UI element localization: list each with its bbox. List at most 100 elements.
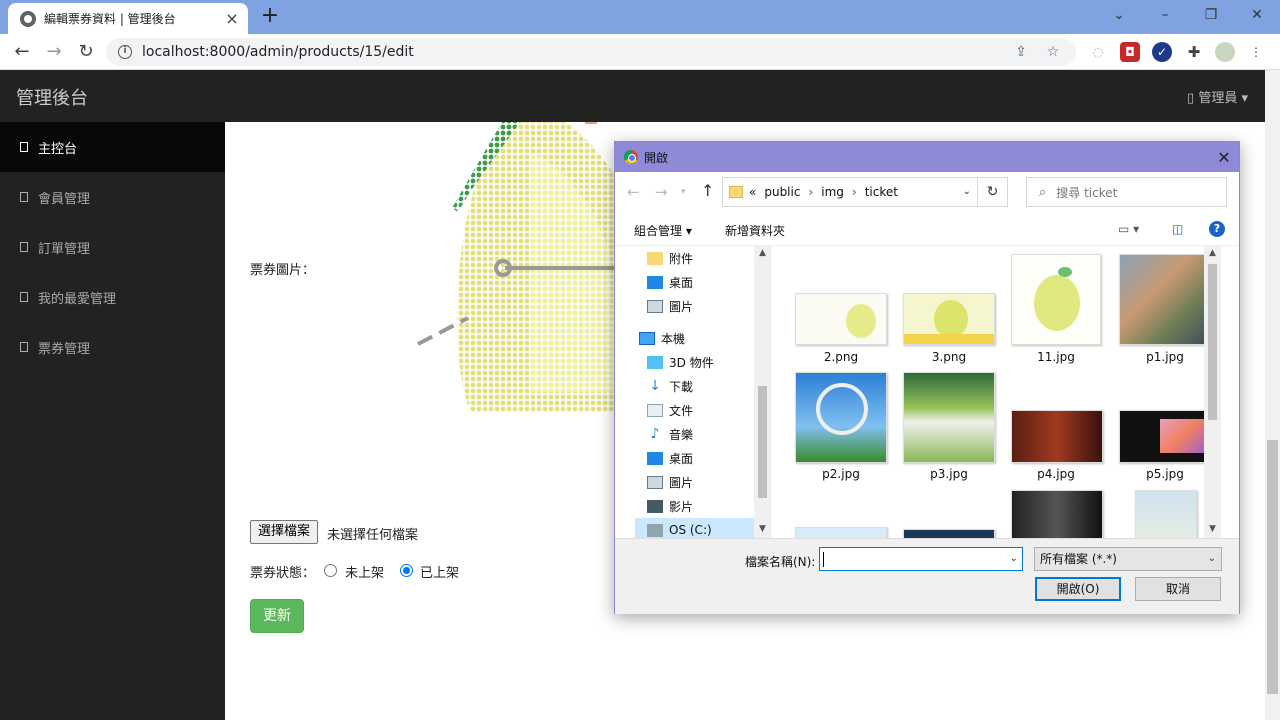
nav-item-videos[interactable]: 影片 — [647, 494, 693, 518]
profile-avatar[interactable] — [1215, 42, 1235, 62]
sidebar-item-dashboard[interactable]: 主控台 — [0, 122, 225, 172]
dialog-search-input[interactable]: ⌕ 搜尋 ticket — [1026, 177, 1227, 207]
path-overflow[interactable]: « — [749, 185, 756, 199]
nav-item-label: 桌面 — [669, 451, 694, 466]
nav-pane-scrollbar-thumb[interactable] — [758, 386, 767, 498]
admin-user-menu[interactable]: ▯ 管理員 ▾ — [1187, 87, 1248, 106]
bookmark-star-icon[interactable]: ☆ — [1042, 44, 1064, 60]
path-segment-img[interactable]: img — [821, 185, 844, 199]
browser-tab[interactable]: 編輯票券資料 | 管理後台 × — [8, 3, 248, 34]
new-tab-button[interactable]: + — [258, 4, 282, 28]
path-breadcrumb[interactable]: « public › img › ticket ⌄ ↻ — [722, 177, 1008, 207]
page-scrollbar-thumb[interactable] — [1267, 440, 1278, 694]
extension-icon-3[interactable]: ✓ — [1152, 42, 1172, 62]
file-name[interactable]: 2.png — [786, 350, 896, 364]
dialog-forward-icon[interactable]: → — [655, 183, 668, 201]
choose-file-button[interactable]: 選擇檔案 — [250, 520, 319, 544]
dialog-back-icon[interactable]: ← — [627, 183, 640, 201]
scroll-up-icon[interactable]: ▲ — [1204, 248, 1221, 258]
file-thumb-partial[interactable] — [1011, 490, 1103, 538]
sidebar-item-members[interactable]: 會員管理 — [0, 172, 225, 222]
file-thumb-partial[interactable] — [1135, 490, 1197, 538]
sidebar-item-orders[interactable]: 訂單管理 — [0, 222, 225, 272]
help-icon[interactable]: ? — [1209, 221, 1225, 237]
scroll-up-icon[interactable]: ▲ — [754, 248, 770, 258]
file-name[interactable]: 11.jpg — [1001, 350, 1111, 364]
path-segment-public[interactable]: public — [764, 185, 800, 199]
sidebar-item-tickets[interactable]: 票券管理 — [0, 322, 225, 372]
close-window-button[interactable]: ✕ — [1234, 0, 1280, 30]
file-name[interactable]: p3.jpg — [894, 467, 1004, 481]
nav-item-desktop[interactable]: 桌面 — [647, 270, 693, 294]
view-options-icon[interactable]: ▭ ▾ — [1118, 222, 1139, 236]
nav-item-music[interactable]: ♪ 音樂 — [647, 422, 693, 446]
file-type-select[interactable]: 所有檔案 (*.*) ⌄ — [1034, 547, 1222, 571]
file-thumb-partial[interactable] — [903, 529, 995, 538]
nav-item-downloads[interactable]: ↓ 下載 — [647, 374, 693, 398]
globe-icon — [20, 10, 36, 27]
file-thumb-p3[interactable] — [903, 372, 995, 463]
restore-button[interactable]: ❐ — [1188, 0, 1234, 30]
path-dropdown-icon[interactable]: ⌄ — [963, 186, 971, 197]
update-button[interactable]: 更新 — [250, 599, 304, 633]
nav-item-pictures-2[interactable]: 圖片 — [647, 470, 693, 494]
share-icon[interactable]: ⇪ — [1010, 44, 1032, 60]
up-folder-icon[interactable]: ↑ — [701, 181, 714, 200]
file-thumb-2[interactable] — [795, 293, 887, 345]
minimize-button[interactable]: – — [1142, 0, 1188, 30]
new-folder-button[interactable]: 新增資料夾 — [725, 222, 785, 239]
sidebar-item-favorites[interactable]: 我的最愛管理 — [0, 272, 225, 322]
file-name[interactable]: p4.jpg — [1001, 467, 1111, 481]
back-button[interactable]: ← — [10, 40, 34, 64]
refresh-icon[interactable]: ↻ — [977, 178, 1007, 206]
page-scrollbar[interactable] — [1265, 70, 1280, 720]
tickets-icon — [20, 342, 28, 352]
filename-input[interactable]: ⌄ — [819, 547, 1023, 571]
admin-user-label: 管理員 — [1198, 91, 1238, 106]
nav-item-3d-objects[interactable]: 3D 物件 — [647, 350, 714, 374]
path-segment-ticket[interactable]: ticket — [865, 185, 898, 199]
file-thumb-p5[interactable] — [1119, 410, 1211, 463]
forward-button[interactable]: → — [42, 40, 66, 64]
reload-button[interactable]: ↻ — [74, 40, 98, 64]
cancel-button[interactable]: 取消 — [1135, 577, 1221, 601]
close-tab-icon[interactable]: × — [224, 10, 240, 27]
folder-icon — [647, 251, 663, 265]
extension-icon-2[interactable]: ◘ — [1120, 42, 1140, 62]
status-unpublished-radio[interactable] — [324, 564, 337, 577]
chevron-down-icon[interactable]: ⌄ — [1010, 553, 1018, 564]
menu-kebab-icon[interactable]: ⋮ — [1246, 42, 1266, 62]
tab-search-icon[interactable]: ⌄ — [1096, 0, 1142, 30]
file-thumb-partial[interactable] — [795, 527, 887, 538]
recent-locations-icon[interactable]: ▾ — [681, 187, 686, 197]
file-grid-scrollbar-thumb[interactable] — [1208, 264, 1217, 420]
nav-item-os-drive[interactable]: OS (C:) — [635, 518, 770, 538]
extensions-puzzle-icon[interactable]: ✚ — [1184, 42, 1204, 62]
nav-item-attachments[interactable]: 附件 — [647, 246, 693, 270]
nav-pane-scrollbar[interactable]: ▲ ▼ — [754, 246, 770, 538]
file-name[interactable]: p2.jpg — [786, 467, 896, 481]
nav-item-desktop-2[interactable]: 桌面 — [647, 446, 693, 470]
address-bar[interactable]: i localhost:8000/admin/products/15/edit … — [106, 38, 1076, 66]
file-thumb-3[interactable] — [903, 293, 995, 345]
open-button[interactable]: 開啟(O) — [1035, 577, 1121, 601]
nav-item-documents[interactable]: 文件 — [647, 398, 693, 422]
nav-item-pictures[interactable]: 圖片 — [647, 294, 693, 318]
extension-icon-1[interactable]: ◌ — [1088, 42, 1108, 62]
status-published-radio[interactable] — [400, 564, 413, 577]
site-info-icon[interactable]: i — [118, 45, 132, 59]
file-thumb-p4[interactable] — [1011, 410, 1103, 463]
brand[interactable]: 管理後台 — [16, 84, 88, 110]
organize-menu[interactable]: 組合管理 ▾ — [634, 222, 692, 239]
file-name[interactable]: 3.png — [894, 350, 1004, 364]
file-thumb-p2[interactable] — [795, 372, 887, 463]
scroll-down-icon[interactable]: ▼ — [754, 524, 770, 534]
dialog-close-icon[interactable]: ✕ — [1209, 148, 1239, 167]
sidebar-item-label: 我的最愛管理 — [38, 291, 117, 307]
scroll-down-icon[interactable]: ▼ — [1204, 524, 1221, 534]
file-thumb-11[interactable] — [1011, 254, 1101, 345]
nav-item-this-pc[interactable]: 本機 — [639, 326, 685, 350]
file-thumb-p1[interactable] — [1119, 254, 1211, 345]
preview-pane-icon[interactable]: ◫ — [1172, 222, 1183, 236]
file-grid-scrollbar[interactable]: ▲ ▼ — [1204, 246, 1221, 538]
